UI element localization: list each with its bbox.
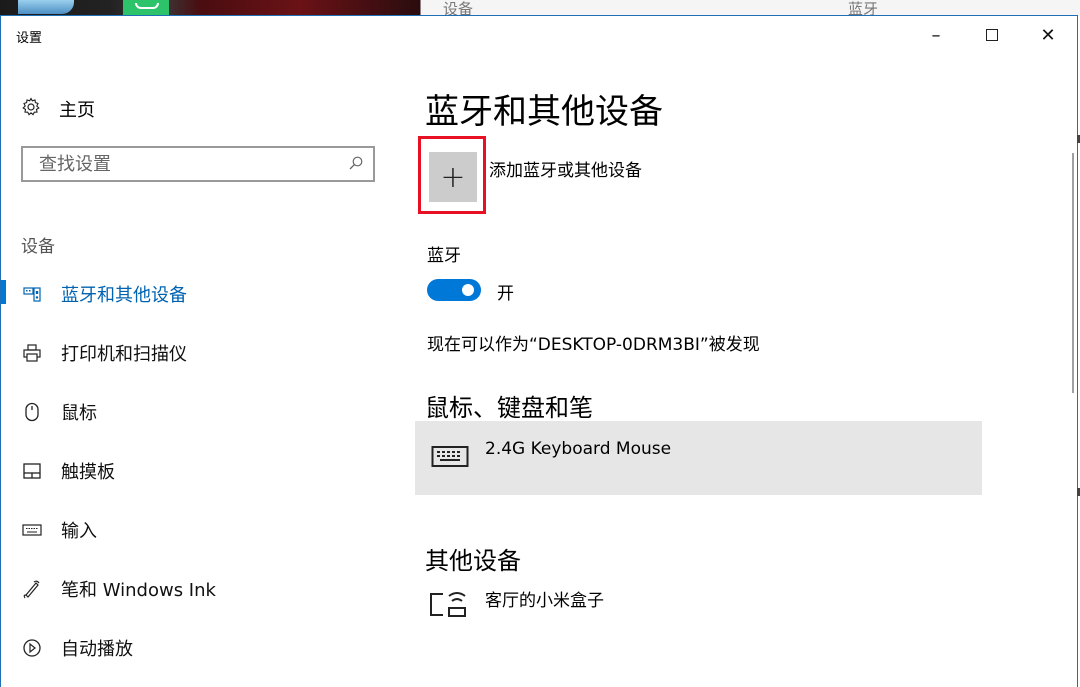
page-title: 蓝牙和其他设备 <box>425 92 663 132</box>
add-device-label[interactable]: 添加蓝牙或其他设备 <box>489 156 642 181</box>
plus-icon: + <box>440 159 466 195</box>
sidebar-item-touchpad[interactable]: 触摸板 <box>1 441 401 500</box>
search-input[interactable] <box>37 152 331 176</box>
sidebar-item-mouse[interactable]: 鼠标 <box>1 382 401 441</box>
maximize-icon <box>986 29 998 41</box>
keyboard-icon <box>21 519 43 541</box>
window-title: 设置 <box>16 31 43 46</box>
sidebar-item-label: 蓝牙和其他设备 <box>61 284 187 306</box>
search-box[interactable] <box>21 146 375 182</box>
home-label: 主页 <box>59 100 95 121</box>
touchpad-icon <box>21 460 43 482</box>
sidebar-item-label: 触摸板 <box>61 461 115 483</box>
autoplay-icon <box>21 637 43 659</box>
printer-icon <box>21 342 43 364</box>
desktop-icon <box>18 0 74 14</box>
other-devices-heading: 其他设备 <box>425 547 521 575</box>
other-device-name: 客厅的小米盒子 <box>485 591 604 611</box>
discoverable-text: 现在可以作为“DESKTOP-0DRM3BI”被发现 <box>427 335 760 355</box>
bluetooth-label: 蓝牙 <box>427 246 461 266</box>
mouse-keyboard-heading: 鼠标、键盘和笔 <box>425 394 593 422</box>
bluetooth-toggle-state: 开 <box>497 284 514 304</box>
keyboard-device-item[interactable]: 2.4G Keyboard Mouse <box>415 421 982 495</box>
maximize-button[interactable] <box>969 16 1015 54</box>
add-device-button[interactable]: + <box>429 152 477 202</box>
section-label: 设备 <box>21 237 55 257</box>
close-button[interactable]: ✕ <box>1025 16 1071 54</box>
settings-window: 设置 – ✕ 主页 设备 蓝牙和其他设备 打印机和扫描仪 <box>0 15 1078 687</box>
sidebar-item-printers[interactable]: 打印机和扫描仪 <box>1 323 401 382</box>
sidebar-item-label: 打印机和扫描仪 <box>61 343 187 365</box>
close-icon: ✕ <box>1040 24 1056 46</box>
sidebar-nav: 蓝牙和其他设备 打印机和扫描仪 鼠标 触摸板 输入 笔和 Windows Ink… <box>1 264 401 677</box>
sidebar-item-typing[interactable]: 输入 <box>1 500 401 559</box>
sidebar-item-label: 自动播放 <box>61 638 133 660</box>
pen-icon <box>21 578 43 600</box>
gear-icon <box>21 96 41 122</box>
other-device-item[interactable]: 客厅的小米盒子 <box>415 581 982 641</box>
media-box-icon <box>429 587 469 625</box>
sidebar-item-pen[interactable]: 笔和 Windows Ink <box>1 559 401 618</box>
minimize-button[interactable]: – <box>913 16 959 54</box>
sidebar-item-label: 笔和 Windows Ink <box>61 579 216 601</box>
mouse-icon <box>21 401 43 423</box>
desktop-app-icon <box>123 0 169 16</box>
scrollbar[interactable] <box>1072 153 1074 393</box>
minimize-icon: – <box>931 24 941 46</box>
sidebar-item-label: 鼠标 <box>61 402 97 424</box>
bluetooth-toggle[interactable] <box>427 279 481 301</box>
sidebar-item-label: 输入 <box>61 520 97 542</box>
title-bar[interactable]: 设置 – ✕ <box>1 16 1077 56</box>
keyboard-device-icon <box>431 445 469 473</box>
search-icon[interactable] <box>349 155 363 174</box>
home-nav-item[interactable]: 主页 <box>21 96 95 122</box>
toggle-knob <box>462 284 474 296</box>
sidebar-item-bluetooth[interactable]: 蓝牙和其他设备 <box>1 264 401 323</box>
bluetooth-devices-icon <box>21 283 43 305</box>
keyboard-device-name: 2.4G Keyboard Mouse <box>485 439 672 459</box>
sidebar-item-autoplay[interactable]: 自动播放 <box>1 618 401 677</box>
